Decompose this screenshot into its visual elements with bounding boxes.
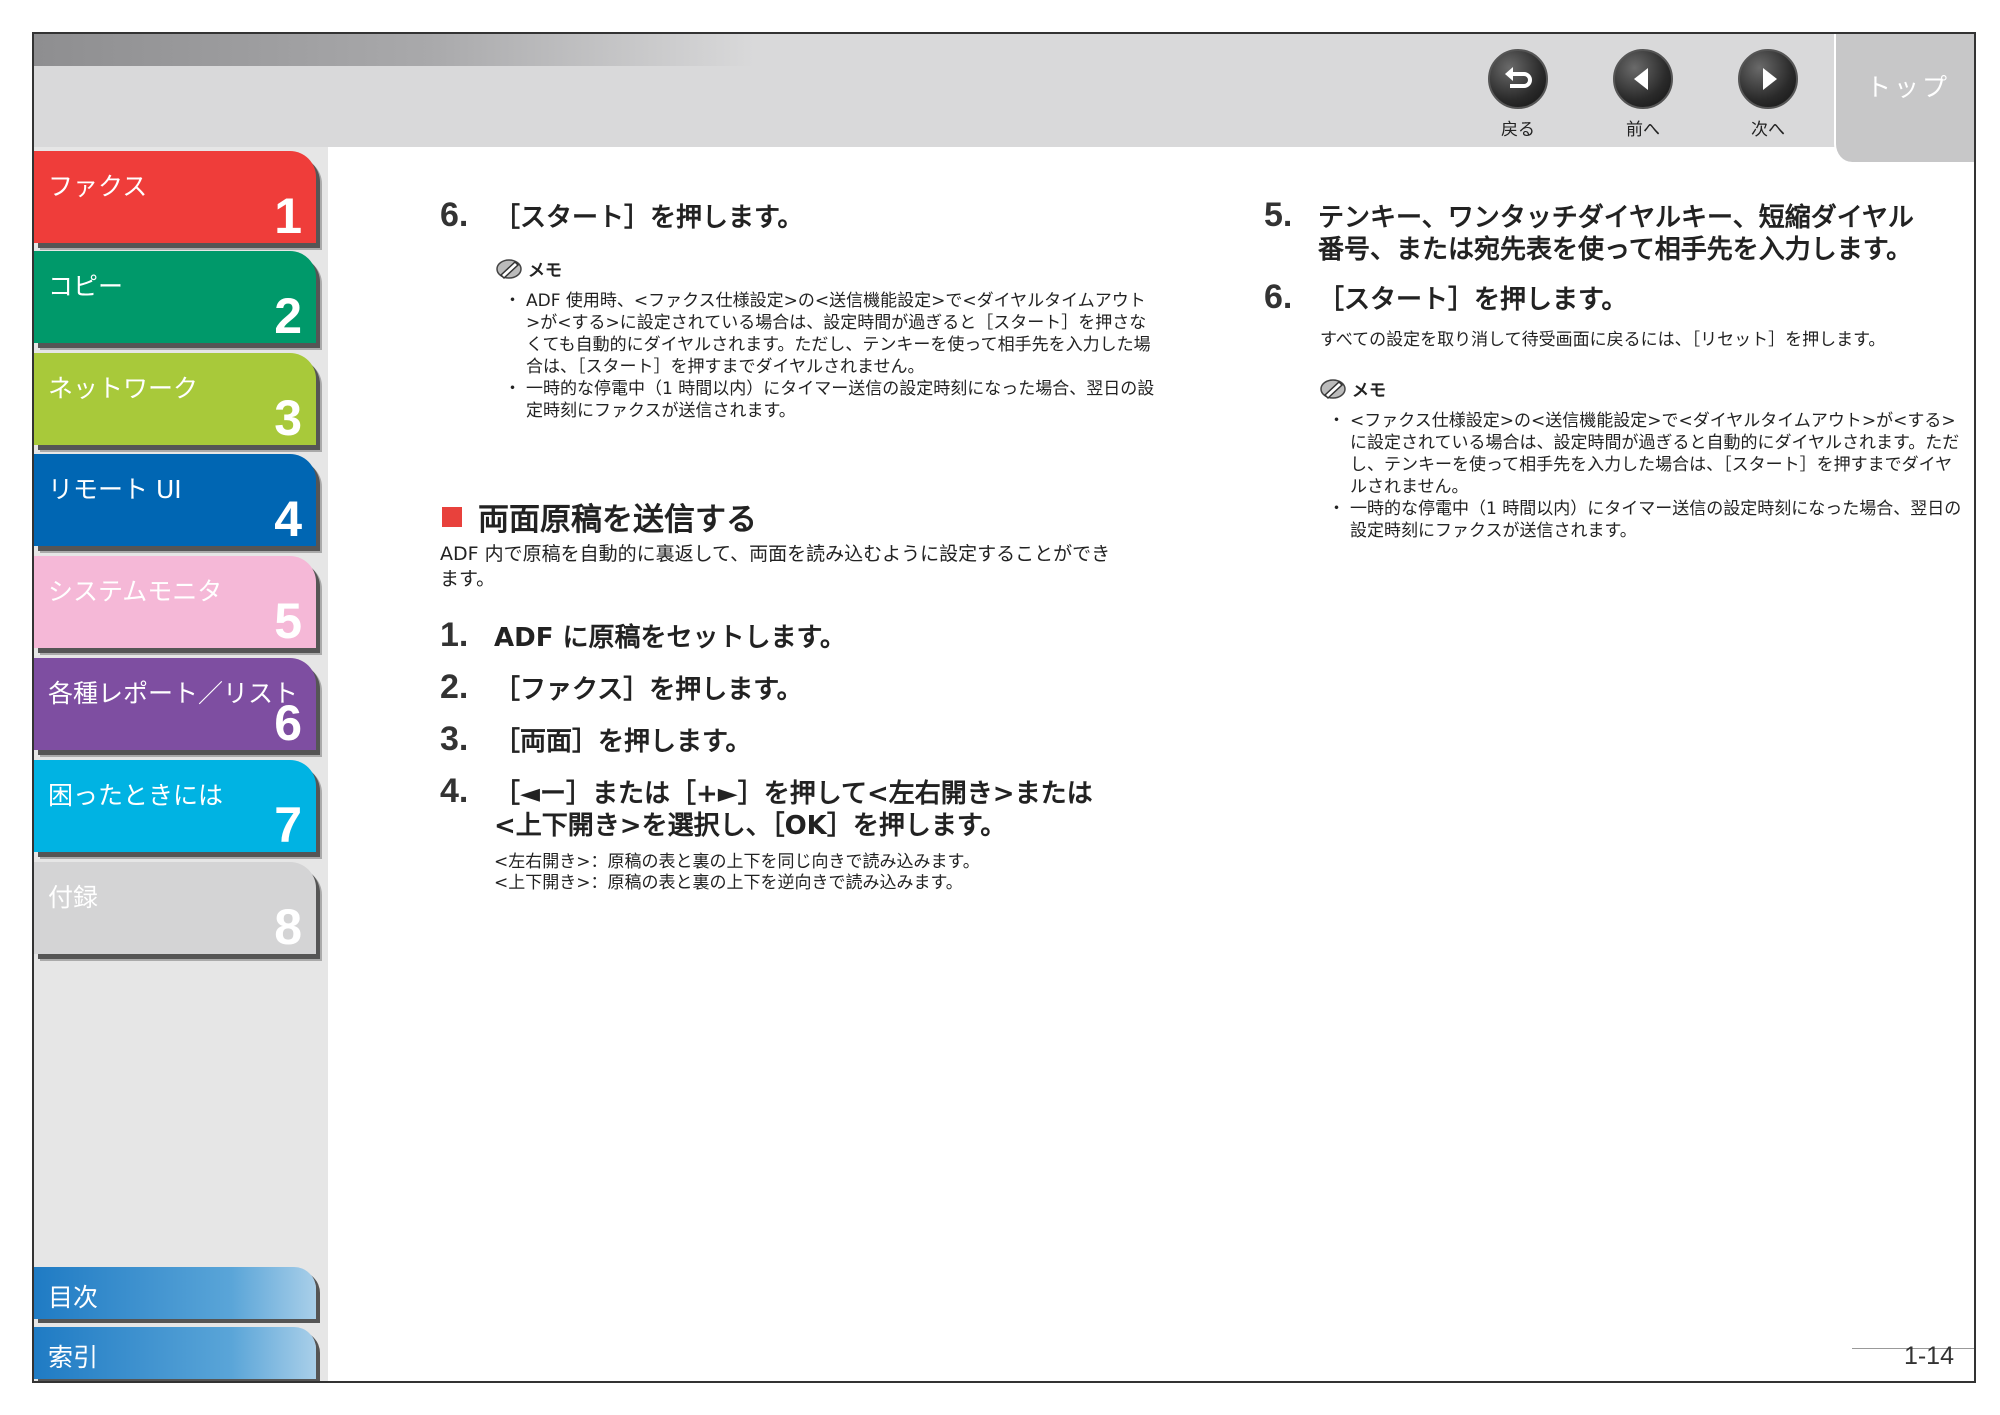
page-number: 1-14 xyxy=(1903,1342,1954,1370)
memo-list: <ファクス仕様設定>の<送信機能設定>で<ダイヤルタイムアウト>が<する>に設定… xyxy=(1328,410,1962,542)
step-number: 4. xyxy=(440,772,469,810)
chapter-number: 1 xyxy=(274,188,302,244)
step6-description: すべての設定を取り消して待受画面に戻るには、［リセット］を押します。 xyxy=(1320,330,1886,350)
back-icon xyxy=(1488,49,1548,109)
toc-label: 目次 xyxy=(48,1283,99,1312)
chapter-name: コピー xyxy=(48,272,124,301)
memo-list: ADF 使用時、<ファクス仕様設定>の<送信機能設定>で<ダイヤルタイムアウト>… xyxy=(504,290,1158,422)
chapter-tab-5[interactable]: システムモニタ 5 xyxy=(34,556,316,649)
step-number: 1. xyxy=(440,616,469,654)
chapter-name: ネットワーク xyxy=(48,374,199,403)
section-heading: 両面原稿を送信する xyxy=(442,494,757,539)
chapter-tab-6[interactable]: 各種レポート／リスト 6 xyxy=(34,658,316,751)
pencil-icon xyxy=(1320,378,1346,399)
chapter-name: 付録 xyxy=(48,883,99,912)
step-text: テンキー、ワンタッチダイヤルキー、短縮ダイヤル番号、または宛先表を使って相手先を… xyxy=(1318,203,1914,265)
prev-button[interactable]: 前へ xyxy=(1603,49,1683,140)
chapter-name: 困ったときには xyxy=(48,781,224,810)
chapter-name: ファクス xyxy=(48,172,148,201)
memo-title: メモ xyxy=(528,261,562,281)
top-tab[interactable]: トップ xyxy=(1834,34,1974,162)
memo-item: <ファクス仕様設定>の<送信機能設定>で<ダイヤルタイムアウト>が<する>に設定… xyxy=(1328,410,1962,498)
chapter-tab-7[interactable]: 困ったときには 7 xyxy=(34,760,316,853)
memo-item: 一時的な停電中（1 時間以内）にタイマー送信の設定時刻になった場合、翌日の設定時… xyxy=(1328,498,1962,542)
back-button[interactable]: 戻る xyxy=(1478,49,1558,140)
step-number: 6. xyxy=(440,196,469,234)
chapter-number: 4 xyxy=(274,491,302,547)
step-number: 6. xyxy=(1264,278,1293,316)
prev-label: 前へ xyxy=(1626,120,1660,140)
step-text: ［スタート］を押します。 xyxy=(494,203,804,233)
chapter-tab-8[interactable]: 付録 8 xyxy=(34,862,316,955)
memo-heading: メモ xyxy=(1320,376,1386,401)
next-button[interactable]: 次へ xyxy=(1728,49,1808,140)
chapter-name: リモート UI xyxy=(48,475,182,504)
section-title: 両面原稿を送信する xyxy=(478,502,757,538)
top-tab-label: トップ xyxy=(1866,73,1951,102)
step-text: ［◄ー］または［+►］を押して<左右開き>または<上下開き>を選択し、［OK］を… xyxy=(494,779,1093,841)
back-label: 戻る xyxy=(1501,120,1535,140)
step-text: ［スタート］を押します。 xyxy=(1318,285,1628,315)
chapter-number: 2 xyxy=(274,288,302,344)
next-arrow-icon xyxy=(1738,49,1798,109)
chapter-number: 7 xyxy=(274,797,302,853)
section-description: ADF 内で原稿を自動的に裏返して、両面を読み込むように設定することができます。 xyxy=(440,543,1111,590)
step-number: 5. xyxy=(1264,196,1293,234)
chapter-number: 6 xyxy=(274,695,302,751)
index-button[interactable]: 索引 xyxy=(34,1327,316,1379)
prev-arrow-icon xyxy=(1613,49,1673,109)
memo-heading: メモ xyxy=(496,256,562,281)
chapter-name: 各種レポート／リスト xyxy=(48,679,299,708)
next-label: 次へ xyxy=(1751,120,1785,140)
header-gradient xyxy=(34,34,754,66)
header-bar: 戻る 前へ 次へ xyxy=(34,34,1974,147)
chapter-number: 5 xyxy=(274,593,302,649)
index-label: 索引 xyxy=(48,1343,99,1372)
step-number: 2. xyxy=(440,668,469,706)
step4-option-lr: <左右開き>：原稿の表と裏の上下を同じ向きで読み込みます。 xyxy=(494,852,980,872)
chapter-number: 8 xyxy=(274,899,302,955)
manual-page: 戻る 前へ 次へ トップ ファクス 1 コピー 2 ネットワーク 3 リモート … xyxy=(32,32,1976,1383)
step-number: 3. xyxy=(440,720,469,758)
chapter-tab-3[interactable]: ネットワーク 3 xyxy=(34,353,316,446)
memo-item: ADF 使用時、<ファクス仕様設定>の<送信機能設定>で<ダイヤルタイムアウト>… xyxy=(504,290,1158,378)
section-marker xyxy=(442,506,462,527)
chapter-tab-1[interactable]: ファクス 1 xyxy=(34,151,316,244)
step-text: ADF に原稿をセットします。 xyxy=(494,623,846,653)
step-text: ［両面］を押します。 xyxy=(494,727,752,757)
pencil-icon xyxy=(496,258,522,279)
chapter-sidebar: ファクス 1 コピー 2 ネットワーク 3 リモート UI 4 システムモニタ … xyxy=(34,147,328,1381)
chapter-tab-2[interactable]: コピー 2 xyxy=(34,251,316,344)
step4-option-tb: <上下開き>：原稿の表と裏の上下を逆向きで読み込みます。 xyxy=(494,873,963,893)
memo-item: 一時的な停電中（1 時間以内）にタイマー送信の設定時刻になった場合、翌日の設定時… xyxy=(504,378,1158,422)
chapter-number: 3 xyxy=(274,390,302,446)
chapter-name: システムモニタ xyxy=(48,577,223,606)
chapter-tab-4[interactable]: リモート UI 4 xyxy=(34,454,316,547)
step-text: ［ファクス］を押します。 xyxy=(494,675,803,705)
memo-title: メモ xyxy=(1352,381,1386,401)
toc-button[interactable]: 目次 xyxy=(34,1267,316,1319)
